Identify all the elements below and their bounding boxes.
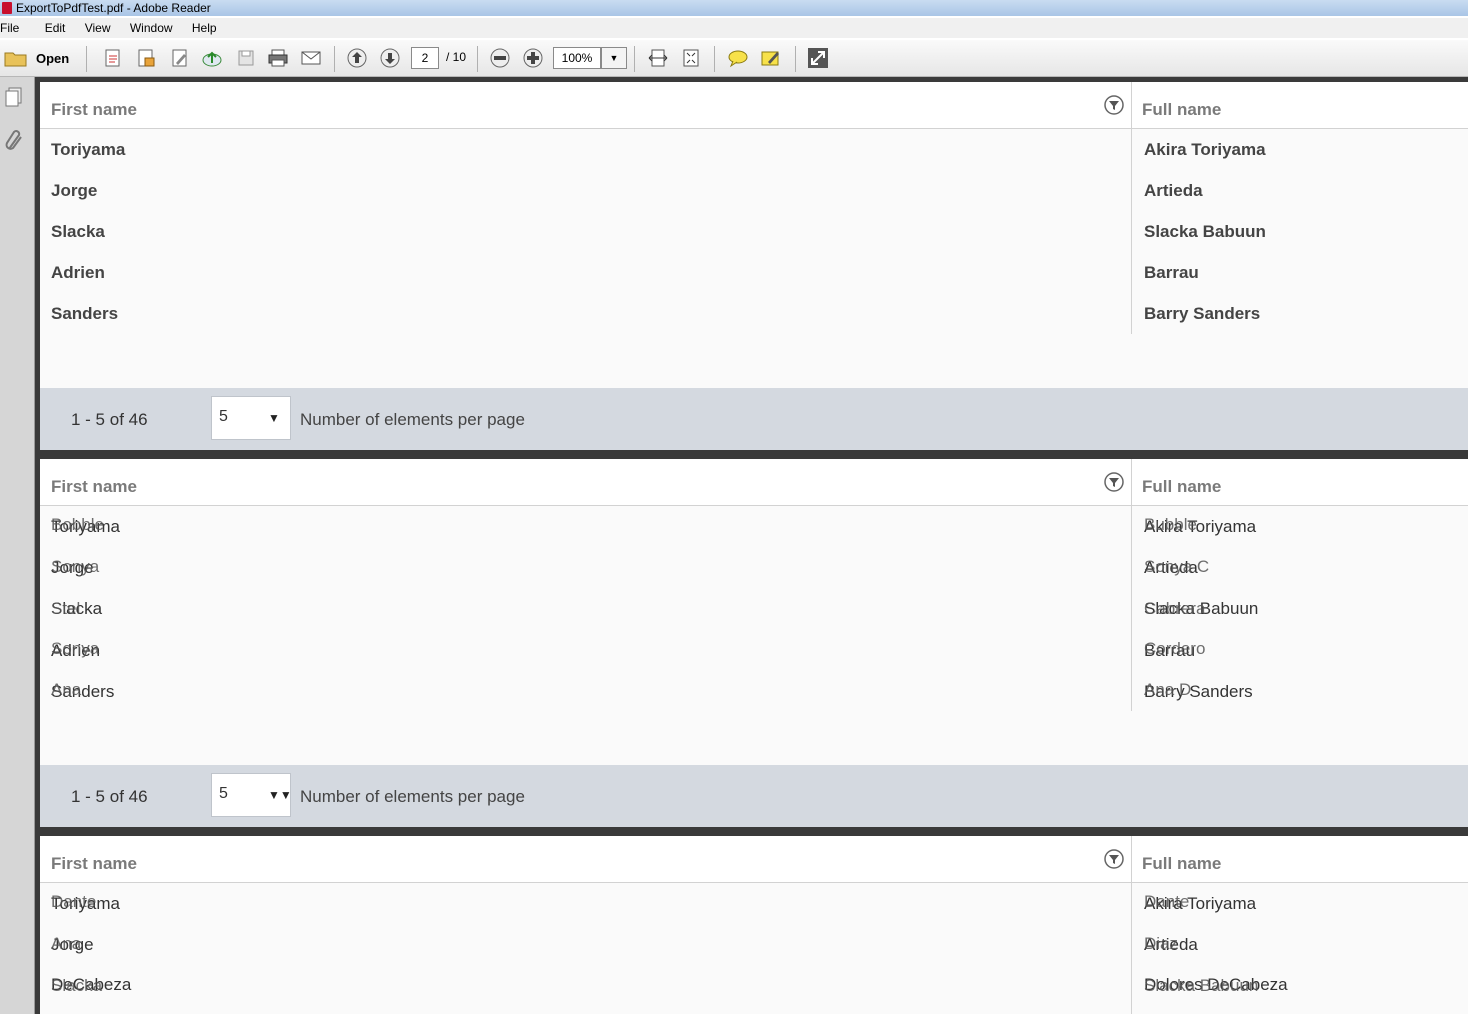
cell-first-name-overlay: Stel (51, 599, 81, 618)
pdf-page-1: First name Full name Toriyama Akira Tori… (40, 82, 1468, 450)
attachments-paperclip-icon[interactable] (3, 127, 25, 158)
pagination-footer: 1 - 5 of 46 5 ▼▼ Number of elements per … (40, 765, 1468, 827)
cell-full-name-overlay: Diaz (1144, 934, 1179, 953)
cell-first-name-overlay: Sonya (51, 639, 100, 658)
cell-first-name: Slacka (51, 222, 105, 241)
pdf-page-2: First name Full name Toriyama Bobble Aki… (40, 459, 1468, 827)
cell-first-name: Adrien (51, 263, 105, 282)
menu-help[interactable]: Help (192, 18, 225, 38)
window-title: ExportToPdfTest.pdf - Adobe Reader (16, 1, 211, 15)
cell-full-name: Barry Sanders (1144, 304, 1261, 323)
open-button[interactable]: Open (36, 51, 69, 66)
column-divider (1131, 836, 1132, 1014)
open-folder-icon[interactable] (2, 47, 30, 69)
cell-full-name-overlay: Sonya C (1144, 557, 1210, 576)
cell-full-name: Slacka Babuun (1144, 222, 1266, 241)
fullscreen-icon[interactable] (806, 47, 830, 69)
per-page-value: 5 (219, 408, 228, 425)
cell-full-name: Barrau (1144, 263, 1199, 282)
column-header-full-name[interactable]: Full name (1142, 100, 1221, 120)
edit-icon[interactable] (168, 47, 192, 69)
column-header-full-name[interactable]: Full name (1142, 854, 1221, 874)
comment-icon[interactable] (726, 47, 750, 69)
export-pdf-icon[interactable] (134, 47, 158, 69)
toolbar-separator (86, 46, 87, 72)
cell-full-name-overlay: Cordero (1144, 639, 1206, 658)
toolbar-separator (634, 46, 635, 72)
adobe-reader-icon (2, 2, 12, 14)
chevron-down-icon[interactable]: ▼▼ (268, 788, 292, 802)
cell-first-name: Toriyama (51, 140, 126, 159)
cell-first-name-overlay: Ana (51, 934, 82, 953)
menu-edit[interactable]: Edit (45, 18, 74, 38)
per-page-select[interactable]: 5 ▼ (211, 396, 291, 440)
highlight-icon[interactable] (759, 47, 783, 69)
next-page-icon[interactable] (378, 47, 402, 69)
zoom-in-icon[interactable] (521, 47, 545, 69)
column-header-first-name[interactable]: First name (51, 100, 137, 120)
per-page-select[interactable]: 5 ▼▼ (211, 773, 292, 817)
filter-icon[interactable] (1103, 471, 1124, 492)
column-divider (1131, 82, 1132, 334)
pagination-range: 1 - 5 of 46 (71, 410, 148, 429)
cell-first-name-overlay: Dante (51, 892, 97, 911)
fit-page-icon[interactable] (679, 47, 703, 69)
pagination-range: 1 - 5 of 46 (71, 787, 148, 806)
cell-first-name-overlay: Bobble (51, 515, 104, 534)
table-header: First name Full name (40, 459, 1468, 506)
chevron-down-icon[interactable]: ▼ (268, 411, 280, 425)
filter-icon[interactable] (1103, 848, 1124, 869)
table-header: First name Full name (40, 82, 1468, 129)
cell-full-name-overlay: Ana D (1144, 680, 1192, 699)
cell-full-name-overlay: Bubble (1144, 515, 1197, 534)
toolbar-separator (795, 46, 796, 72)
pages-thumbnail-icon[interactable] (3, 86, 25, 113)
toolbar-separator (334, 46, 335, 72)
navigation-panel (0, 77, 35, 1014)
save-icon[interactable] (234, 47, 258, 69)
column-header-first-name[interactable]: First name (51, 477, 137, 497)
per-page-label: Number of elements per page (300, 787, 525, 806)
fit-width-icon[interactable] (646, 47, 670, 69)
cell-full-name-overlay: Slacka Babuun (1144, 976, 1259, 995)
zoom-out-icon[interactable] (488, 47, 512, 69)
cell-first-name-overlay: Ana (51, 680, 82, 699)
menu-bar: File Edit View Window Help (0, 18, 1468, 38)
cell-full-name: Akira Toriyama (1144, 140, 1266, 159)
toolbar-separator (477, 46, 478, 72)
pagination-footer: 1 - 5 of 46 5 ▼ Number of elements per p… (40, 388, 1468, 450)
page-total: / 10 (446, 50, 467, 64)
cell-full-name-overlay: Cabrera (1144, 599, 1206, 618)
cell-first-name: Sanders (51, 304, 119, 323)
table-header: First name Full name (40, 836, 1468, 883)
create-pdf-icon[interactable] (101, 47, 125, 69)
filter-icon[interactable] (1103, 94, 1124, 115)
cell-first-name: Jorge (51, 181, 98, 200)
column-header-first-name[interactable]: First name (51, 854, 137, 874)
pdf-page-3: First name Full name Toriyama Dante Akir… (40, 836, 1468, 1014)
menu-file[interactable]: File (0, 18, 27, 38)
menu-view[interactable]: View (85, 18, 119, 38)
zoom-dropdown-chevron-down-icon[interactable]: ▼ (601, 47, 627, 69)
per-page-value: 5 (219, 785, 228, 802)
per-page-label: Number of elements per page (300, 410, 525, 429)
menu-window[interactable]: Window (130, 18, 181, 38)
title-bar: ExportToPdfTest.pdf - Adobe Reader (0, 0, 1468, 16)
toolbar: Open 2 / 10 100% ▼ (0, 40, 1468, 77)
print-icon[interactable] (266, 47, 290, 69)
column-divider (1131, 459, 1132, 711)
email-icon[interactable] (299, 47, 323, 69)
page-number-input[interactable]: 2 (411, 47, 439, 69)
cell-first-name-overlay: Sonya (51, 557, 100, 576)
column-header-full-name[interactable]: Full name (1142, 477, 1221, 497)
cell-full-name-overlay: Dante (1144, 892, 1190, 911)
cell-first-name-overlay: Slacka (51, 976, 103, 995)
zoom-input[interactable]: 100% (553, 47, 601, 69)
prev-page-icon[interactable] (345, 47, 369, 69)
upload-icon[interactable] (200, 47, 224, 69)
cell-full-name: Artieda (1144, 181, 1203, 200)
toolbar-separator (714, 46, 715, 72)
